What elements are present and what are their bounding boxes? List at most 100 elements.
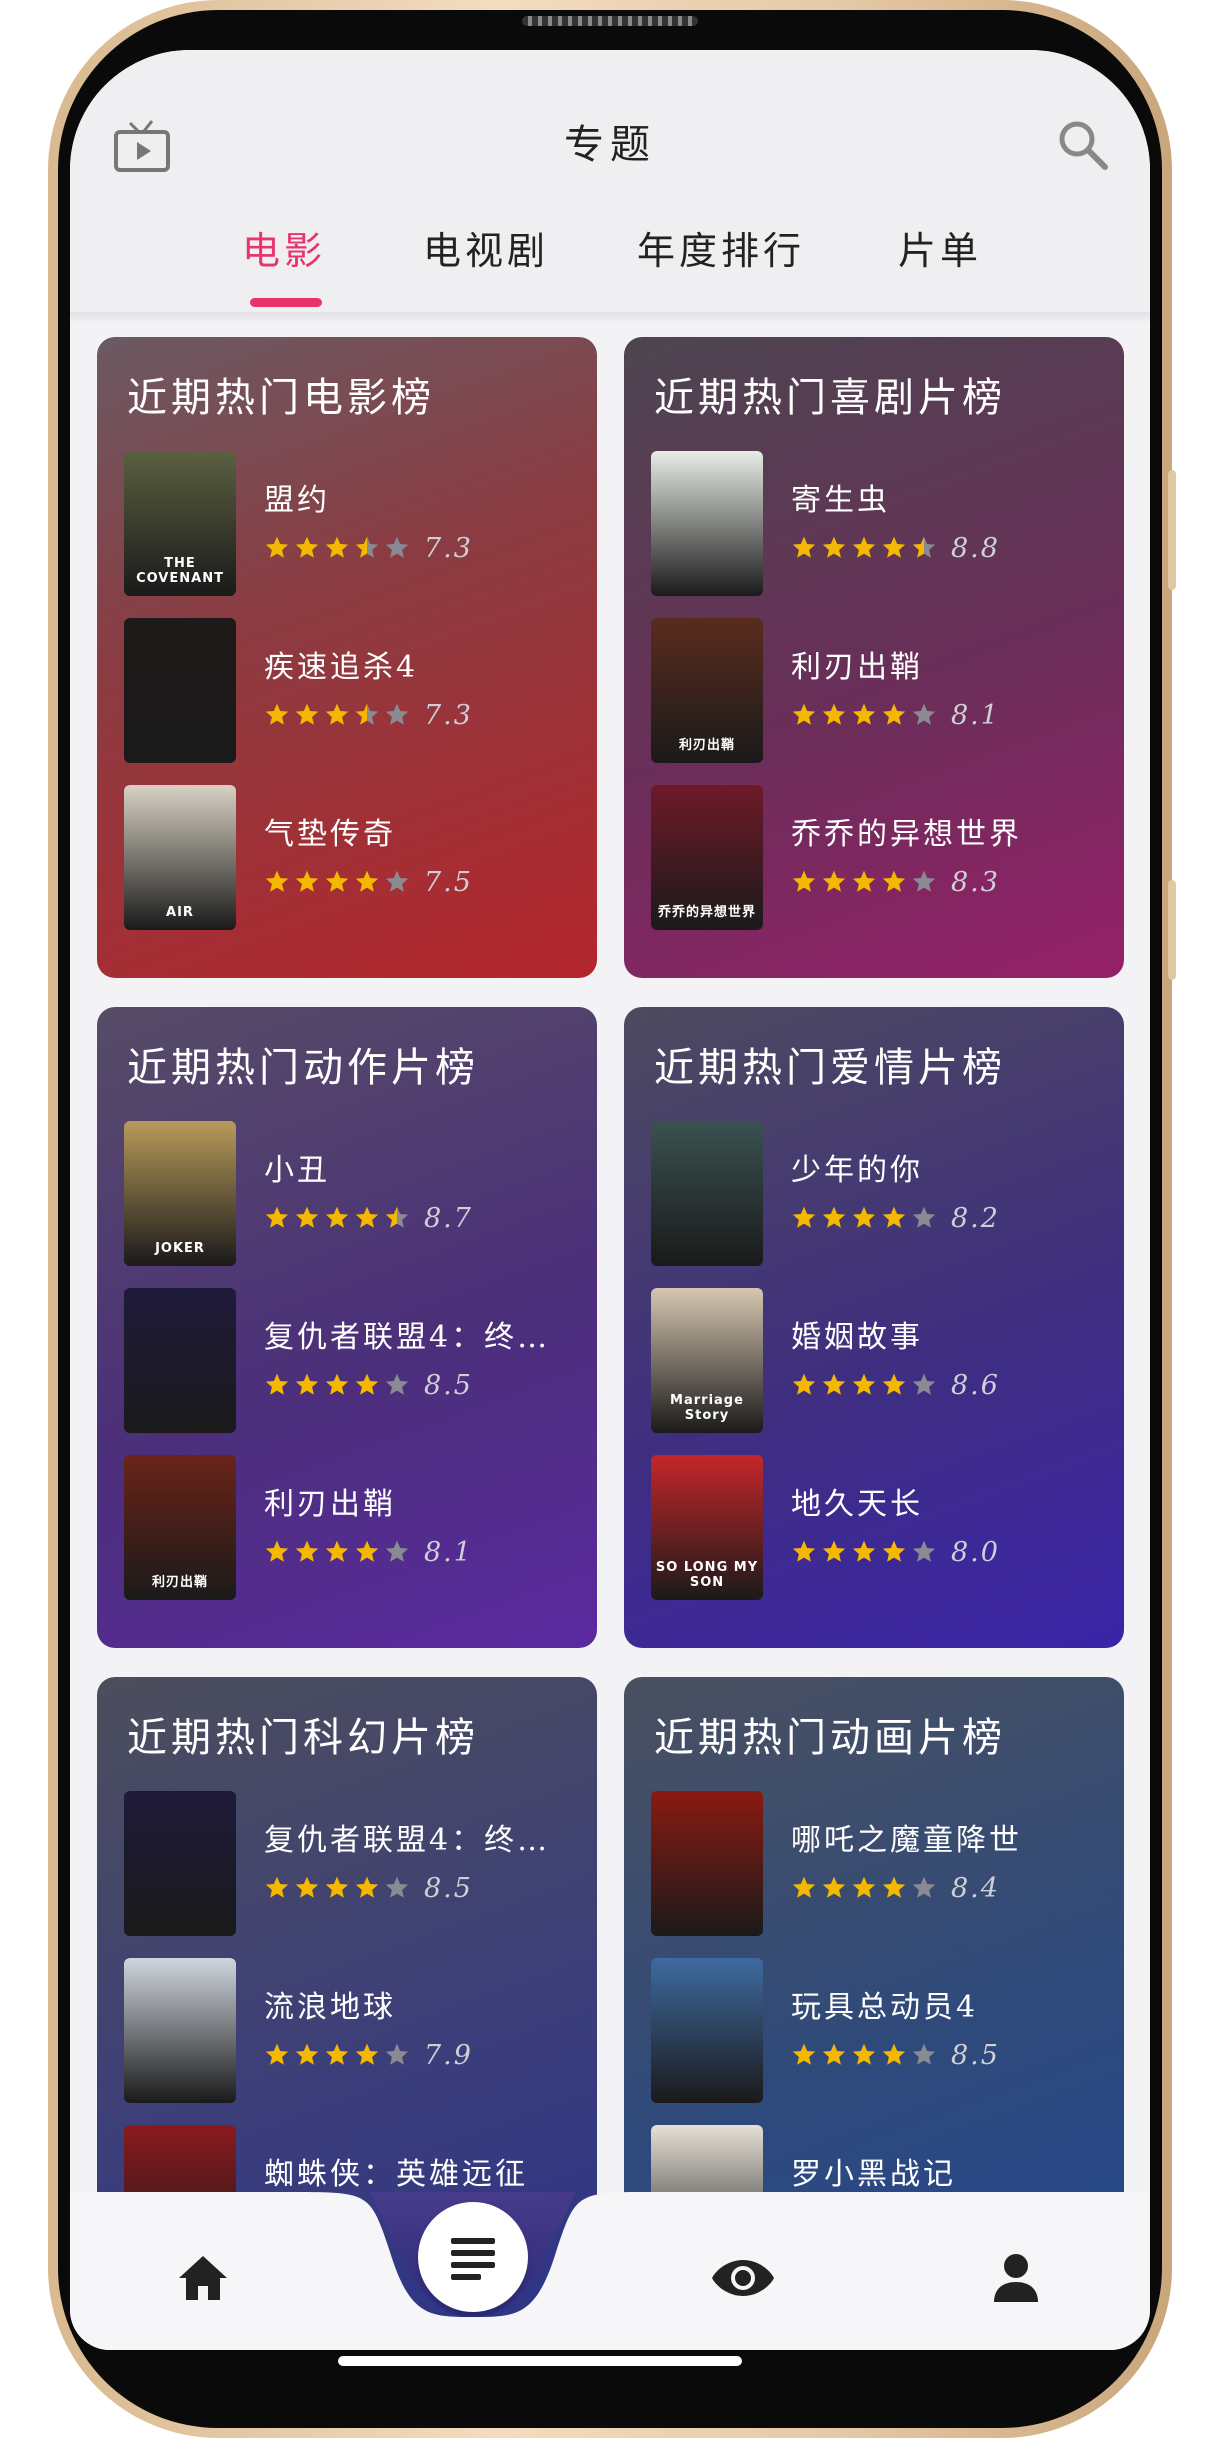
- tab-movie[interactable]: 电影: [242, 220, 326, 275]
- tab-playlist[interactable]: 片单: [898, 220, 982, 275]
- ranking-card[interactable]: 近期热门电影榜 THE COVENANT 盟约 7.3 疾速追杀4 7.3 AIR 气垫传…: [97, 337, 597, 978]
- movie-poster[interactable]: JOKER: [124, 1121, 236, 1266]
- card-title: 近期热门动作片榜: [127, 1045, 479, 1091]
- star-icon: [264, 1205, 290, 1231]
- card-title: 近期热门喜剧片榜: [654, 375, 1006, 421]
- star-icon: [294, 2042, 320, 2068]
- star-icon: [851, 1539, 877, 1565]
- movie-item[interactable]: 少年的你 8.2: [651, 1121, 1111, 1266]
- star-icon: [821, 702, 847, 728]
- movie-poster[interactable]: 乔乔的异想世界: [651, 785, 763, 930]
- movie-title: 气垫传奇: [264, 817, 396, 852]
- movie-item[interactable]: THE COVENANT 盟约 7.3: [124, 451, 584, 596]
- rating-score: 8.5: [951, 2039, 1000, 2071]
- movie-title: 哪吒之魔童降世: [791, 1823, 1022, 1858]
- star-icon: [911, 1372, 937, 1398]
- ranking-card[interactable]: 近期热门喜剧片榜寄生虫 8.8 利刃出鞘 利刃出鞘 8.1 乔乔的异想世界 乔乔的异想世…: [624, 337, 1124, 978]
- star-icon: [264, 869, 290, 895]
- rating-score: 7.3: [424, 699, 473, 731]
- home-icon[interactable]: [175, 2250, 231, 2306]
- star-icon: [851, 1205, 877, 1231]
- rating-score: 8.1: [951, 699, 1000, 731]
- movie-title: 蜘蛛侠：英雄远征: [264, 2157, 528, 2192]
- star-icon: [851, 1875, 877, 1901]
- active-tab-indicator: [250, 298, 322, 307]
- movie-poster[interactable]: 利刃出鞘: [124, 1455, 236, 1600]
- card-title: 近期热门电影榜: [127, 375, 435, 421]
- top-bar: 专题 电影 电视剧 年度排行 片单: [70, 50, 1150, 312]
- movie-item[interactable]: 复仇者联盟4：终… 8.5: [124, 1288, 584, 1433]
- star-icon: [881, 1539, 907, 1565]
- movie-poster[interactable]: THE COVENANT: [124, 451, 236, 596]
- movie-poster[interactable]: Marriage Story: [651, 1288, 763, 1433]
- star-icon: [851, 535, 877, 561]
- star-icon: [791, 1205, 817, 1231]
- star-icon: [354, 702, 380, 728]
- search-icon[interactable]: [1055, 117, 1111, 173]
- rating-score: 8.1: [424, 1536, 473, 1568]
- star-rating: 8.5: [264, 1872, 473, 1904]
- rating-score: 8.4: [951, 1872, 1000, 1904]
- movie-poster[interactable]: 利刃出鞘: [651, 618, 763, 763]
- poster-title: Marriage Story: [670, 1393, 744, 1423]
- movie-poster[interactable]: [651, 1958, 763, 2103]
- star-icon: [881, 869, 907, 895]
- movie-item[interactable]: 疾速追杀4 7.3: [124, 618, 584, 763]
- movie-title: 流浪地球: [264, 1990, 396, 2025]
- movie-item[interactable]: Marriage Story 婚姻故事 8.6: [651, 1288, 1111, 1433]
- movie-poster[interactable]: SO LONG MY SON: [651, 1455, 763, 1600]
- tab-annual-ranking[interactable]: 年度排行: [637, 220, 805, 275]
- ranking-card[interactable]: 近期热门动作片榜 JOKER 小丑 8.7 复仇者联盟4：终… 8.5 利刃出鞘 利刃出鞘: [97, 1007, 597, 1648]
- star-icon: [791, 702, 817, 728]
- star-icon: [354, 1372, 380, 1398]
- poster-title: AIR: [166, 905, 194, 920]
- ranking-card[interactable]: 近期热门爱情片榜 少年的你 8.2 Marriage Story 婚姻故事 8.6 SO…: [624, 1007, 1124, 1648]
- movie-title: 复仇者联盟4：终…: [264, 1320, 551, 1355]
- movie-poster[interactable]: [651, 451, 763, 596]
- star-icon: [881, 2042, 907, 2068]
- movie-item[interactable]: 寄生虫 8.8: [651, 451, 1111, 596]
- movie-item[interactable]: 乔乔的异想世界 乔乔的异想世界 8.3: [651, 785, 1111, 930]
- movie-item[interactable]: 复仇者联盟4：终… 8.5: [124, 1791, 584, 1936]
- rating-score: 8.5: [424, 1872, 473, 1904]
- star-icon: [354, 2042, 380, 2068]
- person-icon[interactable]: [988, 2250, 1044, 2306]
- center-fab[interactable]: [418, 2202, 528, 2312]
- movie-poster[interactable]: [651, 1791, 763, 1936]
- star-icon: [791, 2042, 817, 2068]
- movie-poster[interactable]: [124, 1791, 236, 1936]
- card-title: 近期热门爱情片榜: [654, 1045, 1006, 1091]
- tab-tv-series[interactable]: 电视剧: [423, 220, 549, 275]
- movie-item[interactable]: AIR 气垫传奇 7.5: [124, 785, 584, 930]
- star-icon: [384, 2042, 410, 2068]
- movie-item[interactable]: 利刃出鞘 利刃出鞘 8.1: [651, 618, 1111, 763]
- movie-title: 少年的你: [791, 1153, 923, 1188]
- star-rating: 8.5: [264, 1370, 473, 1401]
- app-screen: 专题 电影 电视剧 年度排行 片单 近期热门电影榜 THE COVENANT 盟约 …: [70, 50, 1150, 2350]
- movie-item[interactable]: 哪吒之魔童降世 8.4: [651, 1791, 1111, 1936]
- movie-poster[interactable]: AIR: [124, 785, 236, 930]
- movie-item[interactable]: 玩具总动员4 8.5: [651, 1958, 1111, 2103]
- movie-title: 利刃出鞘: [264, 1487, 396, 1522]
- movie-poster[interactable]: [124, 1958, 236, 2103]
- movie-item[interactable]: SO LONG MY SON 地久天长 8.0: [651, 1455, 1111, 1600]
- star-icon: [384, 869, 410, 895]
- star-icon: [911, 535, 937, 561]
- movie-item[interactable]: JOKER 小丑 8.7: [124, 1121, 584, 1266]
- star-rating: 8.5: [791, 2039, 1000, 2071]
- poster-title: JOKER: [155, 1241, 205, 1256]
- movie-poster[interactable]: [651, 1121, 763, 1266]
- category-tabs: 电影 电视剧 年度排行 片单: [70, 220, 1150, 312]
- star-icon: [384, 702, 410, 728]
- rating-score: 8.7: [424, 1202, 473, 1234]
- star-icon: [881, 1372, 907, 1398]
- star-icon: [324, 702, 350, 728]
- movie-poster[interactable]: [124, 1288, 236, 1433]
- eye-icon[interactable]: [710, 2250, 776, 2306]
- star-rating: 8.4: [791, 1872, 1000, 1904]
- movie-title: 婚姻故事: [791, 1320, 923, 1355]
- star-icon: [354, 1205, 380, 1231]
- movie-item[interactable]: 流浪地球 7.9: [124, 1958, 584, 2103]
- movie-poster[interactable]: [124, 618, 236, 763]
- movie-item[interactable]: 利刃出鞘 利刃出鞘 8.1: [124, 1455, 584, 1600]
